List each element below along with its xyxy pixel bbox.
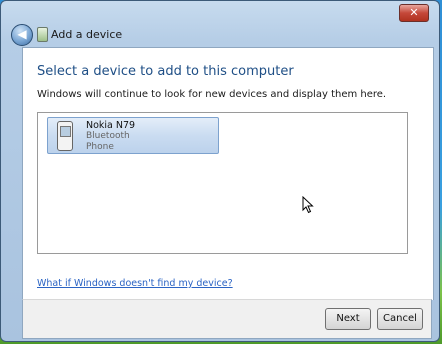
dialog-window: ✕ ◀ Add a device Select a device to add … <box>0 0 440 342</box>
phone-icon <box>57 121 73 151</box>
device-tile[interactable]: Nokia N79 Bluetooth Phone <box>47 117 219 154</box>
window-title: Add a device <box>51 28 123 41</box>
close-button[interactable]: ✕ <box>399 4 429 22</box>
next-button[interactable]: Next <box>325 308 371 330</box>
mouse-cursor-icon <box>302 196 314 214</box>
instruction-text: Windows will continue to look for new de… <box>37 89 387 100</box>
title-bar: ✕ ◀ Add a device <box>1 1 439 47</box>
device-list[interactable]: Nokia N79 Bluetooth Phone <box>37 112 408 254</box>
device-category: Phone <box>86 142 114 152</box>
button-bar: Next Cancel <box>22 299 432 339</box>
device-icon <box>37 27 48 42</box>
cancel-button[interactable]: Cancel <box>377 308 423 330</box>
page-heading: Select a device to add to this computer <box>37 64 294 79</box>
content-panel: Select a device to add to this computer … <box>22 47 434 300</box>
back-button[interactable]: ◀ <box>11 24 33 46</box>
device-type: Bluetooth <box>86 131 130 141</box>
help-link[interactable]: What if Windows doesn't find my device? <box>37 278 233 289</box>
device-name: Nokia N79 <box>86 120 136 131</box>
